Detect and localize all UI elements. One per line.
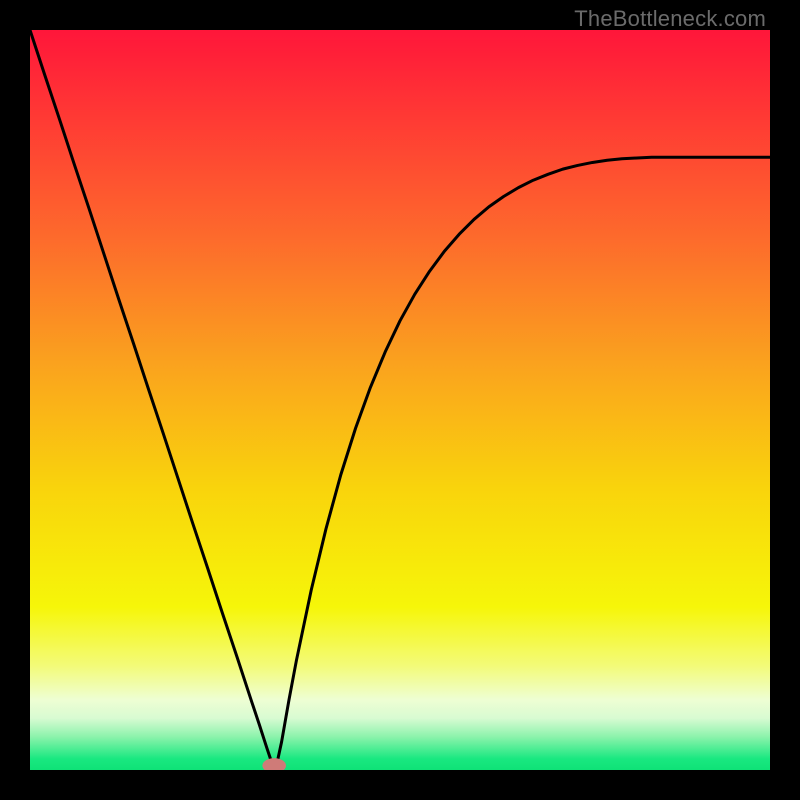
plot-area — [30, 30, 770, 770]
chart-svg — [30, 30, 770, 770]
watermark-text: TheBottleneck.com — [574, 6, 766, 32]
chart-frame: TheBottleneck.com — [0, 0, 800, 800]
gradient-background — [30, 30, 770, 770]
